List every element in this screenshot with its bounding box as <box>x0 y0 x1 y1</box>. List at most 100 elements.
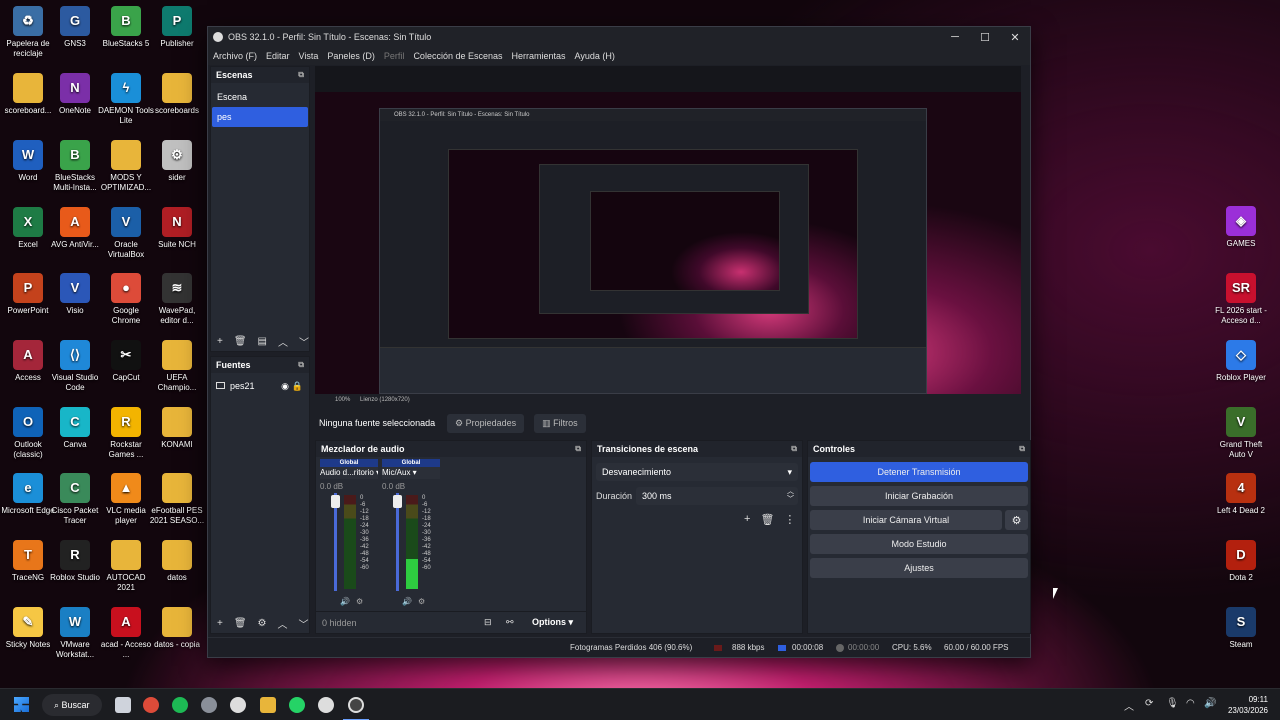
zoom-level[interactable]: 100% <box>335 397 350 403</box>
whatsapp-icon[interactable] <box>289 697 305 713</box>
desktop-shortcut[interactable]: V Visio <box>47 273 103 316</box>
remove-scene-icon[interactable]: 🗑 <box>234 336 247 347</box>
desktop-shortcut[interactable]: ▲ VLC media player <box>98 473 154 526</box>
options-button[interactable]: Options ▾ <box>532 617 573 628</box>
menu-item[interactable]: Archivo (F) <box>213 51 257 61</box>
desktop-shortcut[interactable]: R Roblox Studio <box>47 540 103 583</box>
menu-item[interactable]: Perfil <box>384 51 405 61</box>
desktop-shortcut[interactable]: SR FL 2026 start - Acceso d... <box>1213 273 1269 326</box>
source-item[interactable]: pes21 ◉ 🔒 <box>211 377 309 395</box>
chrome-taskbar-icon[interactable] <box>143 697 159 713</box>
desktop-shortcut[interactable]: ≋ WavePad, editor d... <box>149 273 205 326</box>
chatgpt-icon[interactable] <box>230 697 246 713</box>
desktop-shortcut[interactable]: C Cisco Packet Tracer <box>47 473 103 526</box>
channel-name[interactable]: Audio d...ritorio ▾ <box>320 467 378 479</box>
studio-mode-button[interactable]: Modo Estudio <box>810 534 1028 554</box>
task-view-icon[interactable] <box>115 697 131 713</box>
desktop-shortcut[interactable]: S Steam <box>1213 607 1269 650</box>
settings-taskbar-icon[interactable] <box>201 697 217 713</box>
maximize-button[interactable]: ☐ <box>970 27 1000 47</box>
lock-icon[interactable]: 🔒 <box>292 377 303 395</box>
float-icon[interactable]: ⧉ <box>575 441 581 457</box>
visibility-eye-icon[interactable]: ◉ <box>281 377 289 395</box>
spotify-icon[interactable] <box>172 697 188 713</box>
menu-item[interactable]: Paneles (D) <box>327 51 375 61</box>
clock[interactable]: 09:11 23/03/2026 <box>1222 694 1268 716</box>
desktop-shortcut[interactable]: A AVG AntiVir... <box>47 207 103 250</box>
menu-item[interactable]: Vista <box>299 51 319 61</box>
scene-filter-icon[interactable]: ▤ <box>258 336 267 347</box>
layout-icon[interactable]: ⊟ <box>484 617 492 628</box>
add-source-icon[interactable]: + <box>217 618 223 629</box>
speaker-icon[interactable]: 🔊 <box>340 597 350 606</box>
properties-button[interactable]: ⚙ Propiedades <box>447 413 525 433</box>
file-explorer-icon[interactable] <box>260 697 276 713</box>
start-recording-button[interactable]: Iniciar Grabación <box>810 486 1028 506</box>
desktop-shortcut[interactable]: G GNS3 <box>47 6 103 49</box>
desktop-shortcut[interactable]: scoreboards <box>149 73 205 116</box>
float-icon[interactable]: ⧉ <box>298 357 304 373</box>
preview-canvas[interactable]: OBS 32.1.0 - Perfil: Sin Título - Escena… <box>315 92 1021 394</box>
duration-input[interactable]: 300 ms ︿ ﹀ <box>636 487 798 505</box>
desktop-shortcut[interactable]: W VMware Workstat... <box>47 607 103 660</box>
preview-area[interactable]: OBS 32.1.0 - Perfil: Sin Título - Escena… <box>315 66 1021 408</box>
wifi-icon[interactable]: ◠ <box>1186 698 1195 709</box>
virtual-camera-settings-icon[interactable]: ⚙ <box>1005 510 1028 530</box>
channel-settings-icon[interactable]: ⚙ <box>418 597 425 606</box>
speaker-icon[interactable]: 🔊 <box>402 597 412 606</box>
desktop-shortcut[interactable]: ⚙ sider <box>149 140 205 183</box>
desktop-shortcut[interactable]: eFootball PES 2021 SEASO... <box>149 473 205 526</box>
menu-item[interactable]: Colección de Escenas <box>413 51 502 61</box>
slider-handle[interactable] <box>393 495 402 508</box>
desktop-shortcut[interactable]: R Rockstar Games ... <box>98 407 154 460</box>
settings-button[interactable]: Ajustes <box>810 558 1028 578</box>
desktop-shortcut[interactable]: B BlueStacks 5 <box>98 6 154 49</box>
channel-settings-icon[interactable]: ⚙ <box>356 597 363 606</box>
desktop-shortcut[interactable]: C Canva <box>47 407 103 450</box>
desktop-shortcut[interactable]: ✂ CapCut <box>98 340 154 383</box>
tray-app-icon[interactable]: ⟳ <box>1145 698 1153 709</box>
desktop-shortcut[interactable]: KONAMI <box>149 407 205 450</box>
slider-handle[interactable] <box>331 495 340 508</box>
desktop-shortcut[interactable]: N Suite NCH <box>149 207 205 250</box>
desktop-shortcut[interactable]: V Grand Theft Auto V <box>1213 407 1269 460</box>
filters-button[interactable]: ▥ Filtros <box>534 413 586 433</box>
desktop-shortcut[interactable]: MODS Y OPTIMIZAD... <box>98 140 154 193</box>
obs-taskbar-icon[interactable] <box>348 697 364 713</box>
menu-item[interactable]: Herramientas <box>512 51 566 61</box>
desktop-shortcut[interactable]: UEFA Champio... <box>149 340 205 393</box>
desktop-shortcut[interactable]: ◈ GAMES <box>1213 206 1269 249</box>
move-up-icon[interactable]: ︿ <box>278 334 288 349</box>
stepper-icon[interactable]: ︿ ﹀ <box>787 488 794 504</box>
start-virtual-camera-button[interactable]: Iniciar Cámara Virtual <box>810 510 1002 530</box>
remove-transition-icon[interactable]: 🗑 <box>760 513 774 526</box>
media-player-icon[interactable] <box>318 697 334 713</box>
desktop-shortcut[interactable]: datos - copia <box>149 607 205 650</box>
desktop-shortcut[interactable]: ◇ Roblox Player <box>1213 340 1269 383</box>
menu-item[interactable]: Ayuda (H) <box>575 51 615 61</box>
add-scene-icon[interactable]: + <box>217 336 223 347</box>
microphone-icon[interactable]: 🎙 <box>1166 698 1179 709</box>
float-icon[interactable]: ⧉ <box>1019 441 1025 457</box>
desktop-shortcut[interactable]: datos <box>149 540 205 583</box>
tray-chevron-icon[interactable]: ︿ <box>1124 698 1134 713</box>
scene-item[interactable]: Escena <box>212 87 308 107</box>
move-down-icon[interactable]: ﹀ <box>299 334 309 349</box>
start-windows-icon[interactable] <box>14 697 29 712</box>
scene-item[interactable]: pes <box>212 107 308 127</box>
source-settings-icon[interactable]: ⚙ <box>258 618 267 629</box>
float-icon[interactable]: ⧉ <box>791 441 797 457</box>
remove-source-icon[interactable]: 🗑 <box>234 618 247 629</box>
desktop-shortcut[interactable]: V Oracle VirtualBox <box>98 207 154 260</box>
move-down-icon[interactable]: ﹀ <box>299 616 309 631</box>
move-up-icon[interactable]: ︿ <box>278 616 288 631</box>
close-button[interactable]: ✕ <box>1000 27 1030 47</box>
desktop-shortcut[interactable]: P Publisher <box>149 6 205 49</box>
transition-select[interactable]: Desvanecimiento ▾ <box>596 463 798 481</box>
search-box[interactable]: ⌕ Buscar <box>42 694 102 716</box>
stop-streaming-button[interactable]: Detener Transmisión <box>810 462 1028 482</box>
desktop-shortcut[interactable]: D Dota 2 <box>1213 540 1269 583</box>
desktop-shortcut[interactable]: Aacad - Acceso ... <box>98 607 154 660</box>
desktop-shortcut[interactable]: AUTOCAD 2021 <box>98 540 154 593</box>
hidden-count[interactable]: 0 hidden <box>322 618 357 628</box>
